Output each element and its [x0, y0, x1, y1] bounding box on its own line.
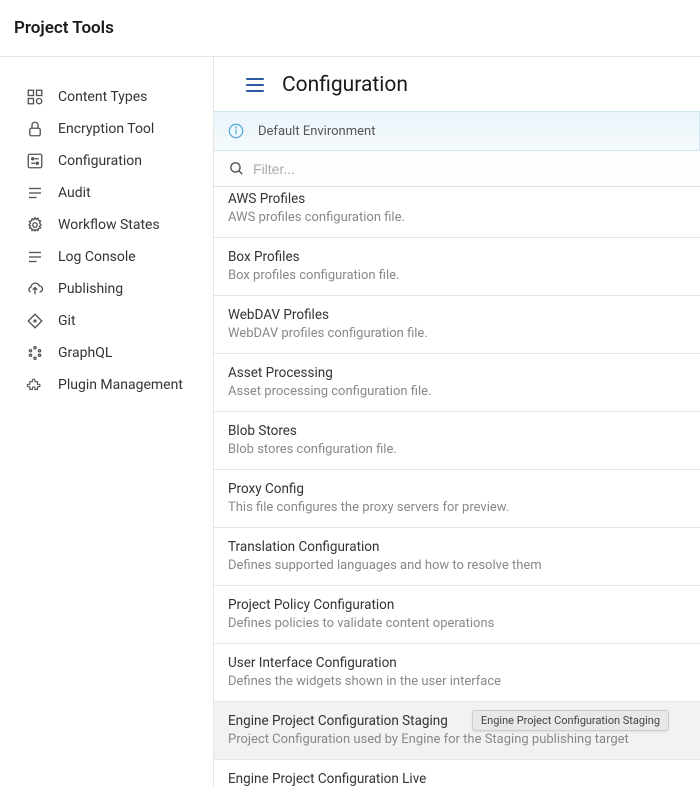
- sidebar-item-encryption-tool[interactable]: Encryption Tool: [0, 113, 213, 145]
- sidebar: Content Types Encryption Tool Configuratio…: [0, 57, 214, 786]
- config-item-title: Translation Configuration: [228, 539, 686, 555]
- sidebar-item-plugin-management[interactable]: Plugin Management: [0, 369, 213, 401]
- lock-icon: [26, 120, 44, 138]
- sidebar-item-label: Workflow States: [58, 217, 160, 233]
- sidebar-item-label: Git: [58, 313, 76, 329]
- grid-icon: [26, 88, 44, 106]
- menu-toggle-button[interactable]: [246, 78, 264, 92]
- list-icon: [26, 248, 44, 266]
- config-item-desc: Asset processing configuration file.: [228, 384, 686, 399]
- config-item-title: Engine Project Configuration Live: [228, 771, 686, 786]
- config-item-desc: Project Configuration used by Engine for…: [228, 732, 686, 747]
- config-item-title: Asset Processing: [228, 365, 686, 381]
- config-item-title: AWS Profiles: [228, 191, 686, 207]
- sidebar-item-label: Content Types: [58, 89, 147, 105]
- config-item-title: Project Policy Configuration: [228, 597, 686, 613]
- diamond-icon: [26, 312, 44, 330]
- page-title: Project Tools: [14, 18, 686, 38]
- environment-banner: Default Environment: [214, 111, 700, 151]
- config-item[interactable]: Project Policy Configuration Defines poli…: [214, 586, 700, 644]
- sidebar-item-label: Plugin Management: [58, 377, 183, 393]
- sidebar-item-label: GraphQL: [58, 345, 112, 361]
- config-item-title: Engine Project Configuration Staging: [228, 713, 686, 729]
- sidebar-item-workflow-states[interactable]: Workflow States: [0, 209, 213, 241]
- config-item-desc: Box profiles configuration file.: [228, 268, 686, 283]
- cloud-icon: [26, 280, 44, 298]
- config-item-desc: WebDAV profiles configuration file.: [228, 326, 686, 341]
- config-item[interactable]: User Interface Configuration Defines the …: [214, 644, 700, 702]
- config-item-desc: Defines the widgets shown in the user in…: [228, 674, 686, 689]
- sidebar-item-label: Log Console: [58, 249, 136, 265]
- config-item[interactable]: Asset Processing Asset processing configu…: [214, 354, 700, 412]
- config-item-desc: Blob stores configuration file.: [228, 442, 686, 457]
- config-item-title: User Interface Configuration: [228, 655, 686, 671]
- gear-icon: [26, 216, 44, 234]
- puzzle-icon: [26, 376, 44, 394]
- config-list: AWS Profiles AWS profiles configuration f…: [214, 187, 700, 786]
- sidebar-item-audit[interactable]: Audit: [0, 177, 213, 209]
- config-item[interactable]: Engine Project Configuration LiveProject…: [214, 760, 700, 786]
- config-item-desc: Defines supported languages and how to r…: [228, 558, 686, 573]
- config-item-title: WebDAV Profiles: [228, 307, 686, 323]
- config-item-title: Proxy Config: [228, 481, 686, 497]
- config-item[interactable]: Translation Configuration Defines support…: [214, 528, 700, 586]
- config-item-desc: Defines policies to validate content ope…: [228, 616, 686, 631]
- sidebar-item-content-types[interactable]: Content Types: [0, 81, 213, 113]
- configuration-title: Configuration: [282, 73, 408, 97]
- sidebar-item-configuration[interactable]: Configuration: [0, 145, 213, 177]
- sidebar-item-graphql[interactable]: GraphQL: [0, 337, 213, 369]
- info-icon: [228, 123, 244, 139]
- config-item-title: Blob Stores: [228, 423, 686, 439]
- filter-bar: [214, 151, 700, 187]
- config-item[interactable]: Proxy Config This file configures the pro…: [214, 470, 700, 528]
- config-item[interactable]: Blob Stores Blob stores configuration fil…: [214, 412, 700, 470]
- config-item-title: Box Profiles: [228, 249, 686, 265]
- sidebar-item-label: Audit: [58, 185, 91, 201]
- search-icon: [228, 160, 245, 177]
- config-item[interactable]: Engine Project Configuration Staging Proj…: [214, 702, 700, 760]
- config-item[interactable]: Box Profiles Box profiles configuration f…: [214, 238, 700, 296]
- main-panel: Configuration Default Environment AWS Pr…: [214, 57, 700, 786]
- sliders-icon: [26, 152, 44, 170]
- filter-input[interactable]: [253, 161, 686, 177]
- sidebar-item-git[interactable]: Git: [0, 305, 213, 337]
- list-icon: [26, 184, 44, 202]
- loader-icon: [26, 344, 44, 362]
- config-item[interactable]: AWS Profiles AWS profiles configuration f…: [214, 187, 700, 238]
- sidebar-item-label: Publishing: [58, 281, 123, 297]
- config-item[interactable]: WebDAV Profiles WebDAV profiles configura…: [214, 296, 700, 354]
- environment-label: Default Environment: [258, 124, 375, 139]
- sidebar-item-label: Configuration: [58, 153, 142, 169]
- sidebar-item-publishing[interactable]: Publishing: [0, 273, 213, 305]
- config-item-desc: AWS profiles configuration file.: [228, 210, 686, 225]
- sidebar-item-log-console[interactable]: Log Console: [0, 241, 213, 273]
- config-item-desc: This file configures the proxy servers f…: [228, 500, 686, 515]
- sidebar-item-label: Encryption Tool: [58, 121, 154, 137]
